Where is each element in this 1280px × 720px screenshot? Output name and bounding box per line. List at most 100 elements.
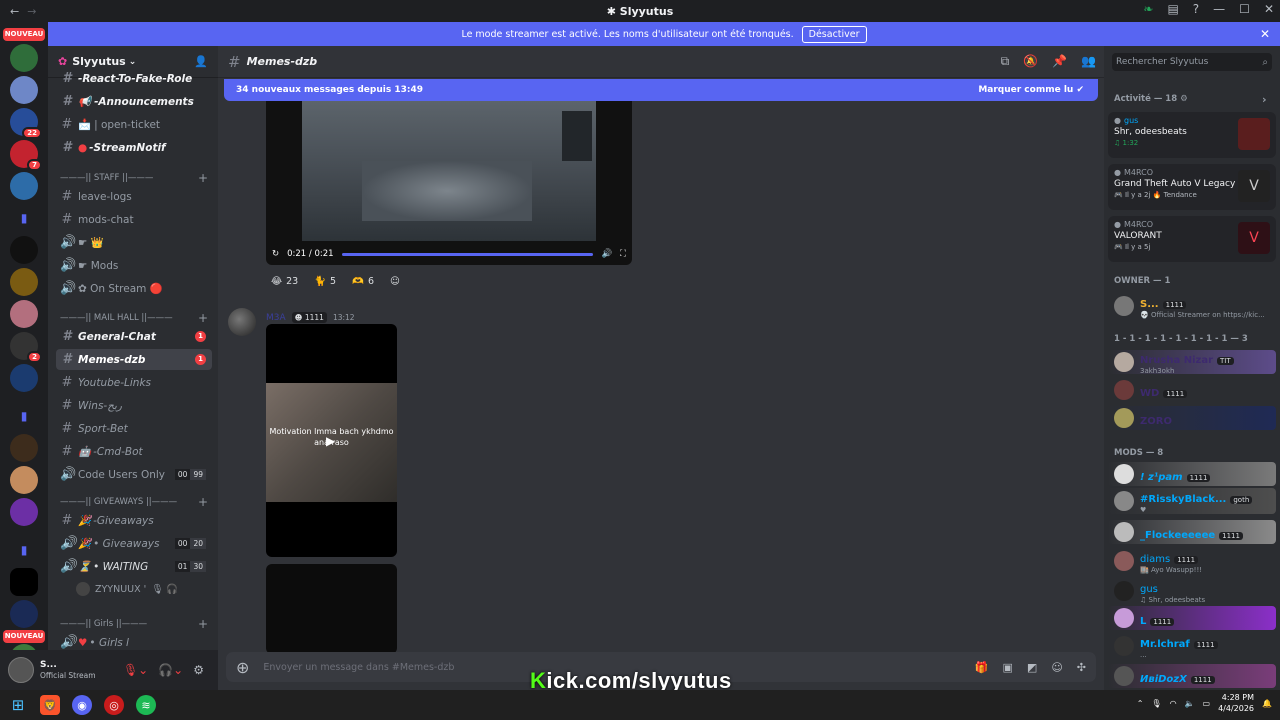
forward-arrow-icon[interactable]: →: [27, 5, 36, 18]
voice-channel-waiting[interactable]: 🔊 ⏳ • WAITING 01 30: [56, 556, 212, 577]
activity-card[interactable]: ● gus Shr, odeesbeats ♫ 1:32: [1108, 112, 1276, 158]
avatar[interactable]: [8, 657, 34, 683]
guild-icon[interactable]: [10, 268, 38, 296]
channel-youtube-links[interactable]: # Youtube-Links: [56, 372, 212, 393]
voice-channel-code-users[interactable]: 🔊 Code Users Only 00 99: [56, 464, 212, 485]
new-messages-bar[interactable]: 34 nouveaux messages depuis 13:49 Marque…: [224, 79, 1098, 101]
member-row[interactable]: #RisskyBlack... goth ♥: [1108, 488, 1276, 514]
battery-icon[interactable]: ▭: [1203, 699, 1211, 708]
reaction[interactable]: 😂 23: [266, 272, 303, 290]
reaction[interactable]: 🫶 6: [347, 272, 379, 290]
minimize-icon[interactable]: —: [1213, 2, 1225, 16]
back-arrow-icon[interactable]: ←: [10, 5, 19, 18]
volume-icon[interactable]: 🔈: [1185, 699, 1195, 708]
voice-channel-on-stream[interactable]: 🔊 ✿ On Stream 🔴: [56, 278, 212, 299]
add-channel-icon[interactable]: +: [198, 311, 208, 325]
invite-user-icon[interactable]: 👤: [194, 55, 208, 68]
emoji-icon[interactable]: ☺: [1051, 661, 1062, 674]
member-row[interactable]: diams 1111 🏬 Ayo Wasupp!!!: [1108, 548, 1276, 574]
channel-open-ticket[interactable]: # 📩 | open-ticket: [56, 114, 212, 135]
search-input[interactable]: Rechercher Slyyutus ⌕: [1112, 53, 1272, 71]
add-reaction-icon[interactable]: ☺: [385, 272, 405, 290]
category-girls[interactable]: ———|| Girls ||——— +: [56, 616, 212, 632]
folder-icon[interactable]: ▮: [10, 204, 38, 232]
disable-streamer-button[interactable]: Désactiver: [801, 25, 867, 43]
guild-icon[interactable]: 7: [10, 140, 42, 171]
guild-icon[interactable]: [10, 236, 38, 264]
category-giveaways[interactable]: ———|| GIVEAWAYS ||——— +: [56, 494, 212, 510]
member-row[interactable]: gus ♫ Shr, odeesbeats: [1108, 578, 1276, 604]
mic-muted-icon[interactable]: 🎙⌄: [123, 663, 148, 677]
folder-icon[interactable]: ▮: [10, 402, 38, 430]
apps-icon[interactable]: ✣: [1077, 661, 1086, 674]
threads-icon[interactable]: ⧉: [1001, 54, 1010, 69]
video-progress[interactable]: [341, 252, 594, 256]
maximize-icon[interactable]: ☐: [1239, 2, 1250, 16]
channel-wins[interactable]: # Wins-ربح: [56, 395, 212, 416]
mark-as-read-button[interactable]: Marquer comme lu ✔: [978, 85, 1084, 95]
sticker-icon[interactable]: ◩: [1027, 661, 1037, 674]
member-row[interactable]: Mr.lchraf 1111...: [1108, 634, 1276, 659]
reaction[interactable]: 🐈 5: [309, 272, 341, 290]
channel-streamnotif[interactable]: # ● -StreamNotif: [56, 137, 212, 158]
play-icon[interactable]: ▶: [326, 434, 335, 448]
voice-channel-giveaways[interactable]: 🔊 🎉 • Giveaways 00 20: [56, 533, 212, 554]
app-icon[interactable]: ◎: [104, 695, 124, 715]
fullscreen-icon[interactable]: ⛶: [620, 249, 626, 259]
guild-icon[interactable]: [10, 300, 38, 328]
chevron-up-icon[interactable]: ⌃: [1137, 699, 1144, 708]
channel-memes-dzb[interactable]: # Memes-dzb 1: [56, 349, 212, 370]
guild-icon[interactable]: [10, 44, 38, 72]
channel-mods-chat[interactable]: # mods-chat: [56, 209, 212, 230]
add-channel-icon[interactable]: +: [198, 171, 208, 185]
leaf-update-icon[interactable]: ❧: [1143, 2, 1153, 16]
guild-icon[interactable]: [10, 600, 38, 628]
close-window-icon[interactable]: ✕: [1264, 2, 1274, 16]
activity-card[interactable]: ● M4RCO Grand Theft Auto V Legacy 🎮 Il y …: [1108, 164, 1276, 210]
guild-icon[interactable]: [10, 498, 38, 526]
video-embed[interactable]: [266, 564, 397, 654]
guild-icon[interactable]: [10, 172, 38, 200]
message-input[interactable]: Envoyer un message dans #Memes-dzb: [263, 662, 454, 673]
guild-icon[interactable]: 22: [10, 108, 42, 139]
guild-icon[interactable]: [10, 364, 38, 392]
avatar[interactable]: [228, 308, 256, 336]
add-channel-icon[interactable]: +: [198, 495, 208, 509]
channel-sport-bet[interactable]: # Sport-Bet: [56, 418, 212, 439]
guild-icon[interactable]: 2: [10, 332, 42, 363]
channel-cmd-bot[interactable]: # 🤖 -Cmd-Bot: [56, 441, 212, 462]
mic-icon[interactable]: 🎙: [1151, 699, 1161, 708]
notification-bell-muted-icon[interactable]: 🔕: [1023, 54, 1038, 69]
gif-icon[interactable]: ▣: [1003, 661, 1013, 674]
member-row[interactable]: ! z¹pam 1111: [1108, 462, 1276, 486]
member-row[interactable]: WD 1111: [1108, 378, 1276, 402]
help-icon[interactable]: ?: [1193, 2, 1199, 16]
video-embed[interactable]: Motivation lmma bach ykhdmo ana raso ▶: [266, 324, 397, 557]
windows-start-icon[interactable]: ⊞: [8, 695, 28, 715]
member-row[interactable]: Nrusha Nizar TIT 3akh3okh: [1108, 350, 1276, 375]
guild-icon[interactable]: [10, 568, 38, 596]
chevron-right-icon[interactable]: ›: [1262, 93, 1267, 106]
gear-icon[interactable]: ⚙: [1180, 94, 1188, 104]
add-channel-icon[interactable]: +: [198, 617, 208, 631]
voice-channel-mods[interactable]: 🔊 ☛ Mods: [56, 255, 212, 276]
guild-icon[interactable]: [10, 76, 38, 104]
guild-icon[interactable]: [10, 466, 38, 494]
channel-announcements[interactable]: # 📢 -Announcements: [56, 91, 212, 112]
wifi-icon[interactable]: ◠: [1170, 699, 1177, 708]
add-attachment-icon[interactable]: ⊕: [236, 658, 249, 677]
voice-channel-girls[interactable]: 🔊 ♥ • Girls l: [56, 632, 212, 650]
headphones-muted-icon[interactable]: 🎧⌄: [158, 663, 183, 677]
channel-general-chat[interactable]: # General-Chat 1: [56, 326, 212, 347]
notifications-icon[interactable]: 🔔: [1262, 699, 1272, 708]
member-row[interactable]: _Flockeeeeee 1111: [1108, 520, 1276, 544]
channel-giveaways[interactable]: # 🎉 -Giveaways: [56, 510, 212, 531]
voice-user[interactable]: ZYYNUUX ' 🎙 🎧: [76, 580, 212, 598]
gift-icon[interactable]: 🎁: [975, 661, 989, 674]
volume-icon[interactable]: 🔊: [601, 249, 612, 259]
discord-icon[interactable]: ◉: [72, 695, 92, 715]
channel-roleplay[interactable]: # -React-To-Fake-Role: [56, 68, 212, 89]
replay-icon[interactable]: ↻: [272, 249, 279, 259]
spotify-icon[interactable]: ≋: [136, 695, 156, 715]
close-banner-icon[interactable]: ✕: [1260, 27, 1270, 41]
